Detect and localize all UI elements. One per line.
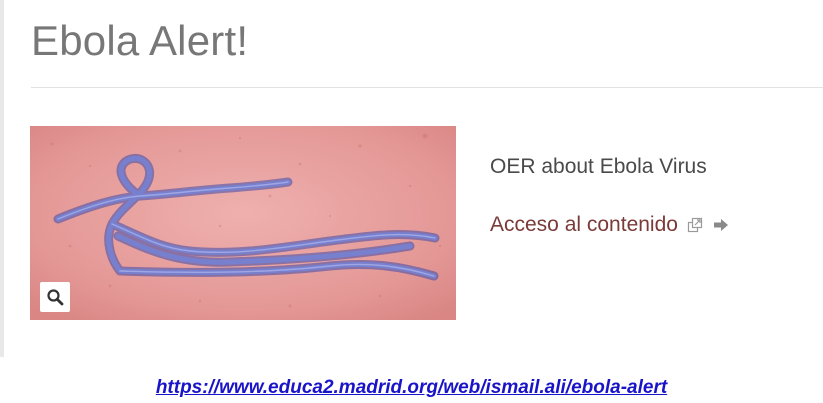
- title-divider: [31, 87, 823, 88]
- source-url-link[interactable]: https://www.educa2.madrid.org/web/ismail…: [0, 376, 823, 400]
- external-window-icon: [686, 216, 704, 234]
- left-border: [0, 0, 4, 357]
- resource-thumbnail[interactable]: [30, 126, 456, 320]
- magnifier-icon: [47, 289, 64, 306]
- page-title: Ebola Alert!: [31, 17, 249, 64]
- access-content-link[interactable]: Acceso al contenido: [490, 211, 678, 239]
- access-row: Acceso al contenido: [490, 210, 730, 240]
- zoom-button[interactable]: [40, 282, 70, 312]
- arrow-right-icon[interactable]: [712, 216, 730, 234]
- resource-description: OER about Ebola Virus: [490, 155, 707, 178]
- ebola-virus-image: [30, 126, 456, 320]
